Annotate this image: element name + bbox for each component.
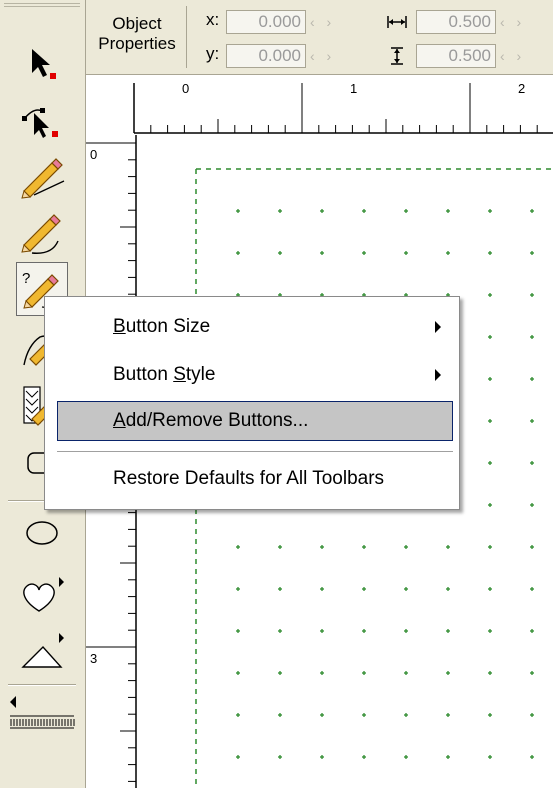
y-spin-buttons[interactable]: ‹ › — [310, 46, 348, 66]
submenu-arrow-icon — [435, 369, 441, 381]
vruler-label-0: 0 — [90, 147, 97, 162]
menu-item-button-style[interactable]: Button Style — [57, 355, 453, 395]
select-tool-button[interactable] — [14, 36, 70, 90]
y-field[interactable]: 0.000 — [226, 44, 306, 68]
menu-item-accelerator: A — [113, 410, 126, 431]
x-label: x: — [206, 10, 220, 29]
pencil-curve-icon — [21, 214, 61, 254]
menu-item-text: dd/Remove Buttons... — [125, 410, 309, 431]
menu-item-text: Restore Defaults for All Toolbars — [113, 468, 385, 489]
ruler-label-0: 0 — [182, 81, 189, 96]
freehand-tool-button[interactable] — [14, 148, 70, 202]
bezier-tool-button[interactable] — [14, 204, 70, 258]
menu-item-text: tyle — [185, 364, 216, 385]
x-spin-buttons[interactable]: ‹ › — [310, 12, 348, 32]
heart-icon — [23, 577, 64, 612]
toolbox-grip[interactable] — [4, 3, 80, 9]
menu-item-accelerator: B — [113, 316, 126, 337]
toolbox-scroll-control[interactable] — [8, 692, 78, 734]
toolbox-separator-2 — [8, 684, 76, 686]
menu-item-text: utton Size — [125, 316, 211, 337]
node-arrow-icon — [22, 108, 58, 138]
menu-item-button-size[interactable]: Button Size — [57, 307, 453, 347]
height-field[interactable]: 0.500 — [416, 44, 496, 68]
horizontal-ruler[interactable]: 0 1 2 — [86, 75, 553, 135]
submenu-arrow-icon — [435, 321, 441, 333]
arrow-pointer-icon — [32, 49, 56, 79]
menu-item-add-remove-buttons[interactable]: Add/Remove Buttons... — [57, 401, 453, 441]
menu-item-text: Button — [113, 364, 174, 385]
width-field[interactable]: 0.500 — [416, 10, 496, 34]
ellipse-icon — [26, 521, 58, 545]
propbar-divider — [186, 6, 187, 68]
height-spin-buttons[interactable]: ‹ › — [500, 46, 538, 66]
height-icon — [391, 47, 403, 65]
object-properties-bar: Object Properties x: 0.000 ‹ › y: 0.000 … — [86, 0, 553, 75]
node-edit-tool-button[interactable] — [14, 92, 70, 146]
ruler-label-1: 1 — [350, 81, 357, 96]
triangle-icon — [21, 633, 64, 668]
ruler-label-2: 2 — [518, 81, 525, 96]
ellipse-tool-button[interactable] — [14, 506, 70, 560]
svg-text:?: ? — [22, 270, 30, 287]
width-icon — [387, 16, 407, 28]
toolbar-context-menu: Button Size Button Style Add/Remove Butt… — [44, 296, 460, 510]
object-properties-title-line2: Properties — [98, 34, 176, 53]
shape-triangle-tool-button[interactable] — [14, 626, 70, 680]
x-field[interactable]: 0.000 — [226, 10, 306, 34]
shape-heart-tool-button[interactable] — [14, 568, 70, 622]
application-window: Object Properties x: 0.000 ‹ › y: 0.000 … — [0, 0, 553, 788]
menu-item-restore-defaults[interactable]: Restore Defaults for All Toolbars — [57, 459, 453, 499]
menu-separator — [57, 451, 453, 452]
menu-item-accelerator: S — [173, 364, 186, 385]
object-properties-title: Object Properties — [92, 14, 182, 54]
width-spin-buttons[interactable]: ‹ › — [500, 12, 538, 32]
object-properties-title-line1: Object — [112, 14, 162, 33]
pencil-line-icon — [21, 158, 65, 199]
vruler-label-3: 3 — [90, 651, 97, 666]
y-label: y: — [206, 44, 220, 63]
